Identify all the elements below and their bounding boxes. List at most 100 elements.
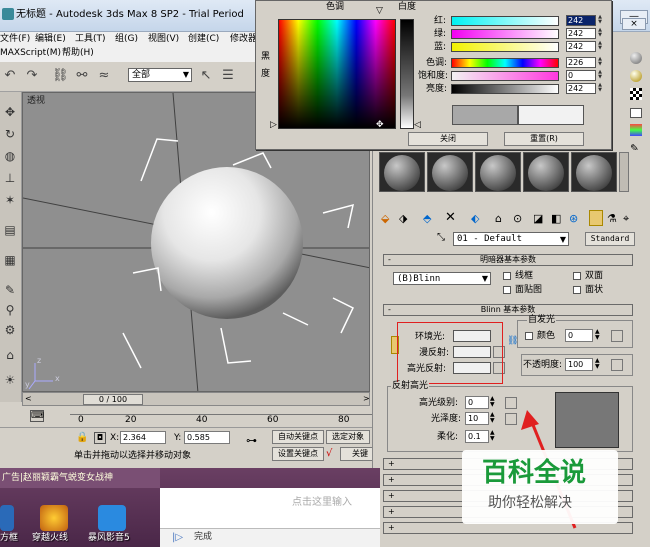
material-slot[interactable] [475,152,521,192]
box-app-icon[interactable] [0,505,14,531]
material-name-dropdown[interactable]: 01 - Default ▼ [453,232,569,246]
comment-input-area[interactable]: 点击这里输入 [160,488,380,528]
menu-maxscript[interactable]: MAXScript(M) [0,49,61,58]
close-button[interactable]: × [622,18,646,30]
put-to-library-icon[interactable]: ⌂ [495,212,502,225]
checker-icon[interactable] [630,88,642,100]
blue-bar[interactable] [451,42,559,52]
pick-material-icon[interactable]: ⤡ [437,232,445,243]
undo-icon[interactable]: ↶ [2,68,18,84]
menu-view[interactable]: 视图(V) [148,35,179,44]
soften-spinner[interactable]: ▲ ▼ [490,430,495,442]
select-object-icon[interactable]: ↖ [198,68,214,84]
viewport-label[interactable]: 透视 [27,97,45,106]
wrench-icon[interactable]: ⚲ [2,302,18,318]
auto-key-button[interactable]: 自动关键点 [272,430,324,444]
go-forward-icon[interactable] [589,210,603,226]
whiteness-pointer-icon[interactable]: ◁ [414,121,421,130]
frame-slider[interactable]: 0 / 100 [83,394,143,405]
lock-icon[interactable]: ⛓ [507,336,518,346]
render-icon[interactable]: ✎ [2,282,18,298]
hue-spinner[interactable]: ▲ ▼ [597,57,603,68]
menu-help[interactable]: 帮助(H) [62,49,94,58]
menu-file[interactable]: 文件(F) [0,35,30,44]
background-icon[interactable] [630,108,642,118]
spec-level-spinner[interactable]: ▲ ▼ [490,396,495,408]
menu-group[interactable]: 组(G) [115,35,138,44]
slot-scrollbar[interactable] [619,152,629,192]
shader-type-dropdown[interactable]: (B)Blinn ▼ [393,272,491,285]
blinn-basic-rollout[interactable]: - Blinn 基本参数 [383,304,633,316]
mini-listener-icon[interactable]: ⌨ [30,410,44,422]
select-link-icon[interactable]: ⛓ [52,68,69,84]
crossfire-app-icon[interactable] [40,505,68,531]
bind-space-warp-icon[interactable]: ≈ [96,68,112,84]
gear-icon[interactable]: ⚙ [2,322,18,338]
hue-pointer-icon[interactable]: ▽ [376,7,383,16]
self-illum-color-checkbox[interactable] [525,332,533,340]
lock-selection-icon[interactable]: 🔒 [76,432,88,444]
show-end-icon[interactable]: ◧ [551,212,561,225]
redo-icon[interactable]: ↷ [24,68,40,84]
uv-tiling-icon[interactable] [630,124,642,136]
unlink-icon[interactable]: ⚯ [74,68,90,84]
blackness-pointer-icon[interactable]: ▷ [270,121,277,130]
move-icon[interactable]: ✥ [2,104,18,120]
two-sided-checkbox[interactable] [573,272,581,280]
face-map-checkbox[interactable] [503,286,511,294]
spec-level-field[interactable]: 0 [465,396,489,409]
ad-banner[interactable]: 广告|赵丽颖霸气蜕变女战神 [0,468,160,488]
go-to-parent-icon[interactable]: ⊛ [569,212,578,225]
wire-checkbox[interactable] [503,272,511,280]
red-spinner[interactable]: ▲ ▼ [597,15,603,26]
opacity-spinner[interactable]: ▲ ▼ [595,358,600,370]
select-by-material-icon[interactable]: ⚗ [607,212,617,225]
red-value-field[interactable]: 242 [566,15,596,26]
material-slot[interactable] [571,152,617,192]
shader-basic-rollout[interactable]: - 明暗器基本参数 [383,254,633,266]
menu-create[interactable]: 创建(C) [188,35,219,44]
absolute-mode-icon[interactable]: ◘ [94,432,106,444]
layer-icon[interactable]: ▤ [2,222,18,238]
scale-icon[interactable]: ◍ [2,148,18,164]
green-spinner[interactable]: ▲ ▼ [597,28,603,39]
key-filter-icon[interactable]: √ [326,448,332,459]
green-value-field[interactable]: 242 [566,28,596,39]
menu-tools[interactable]: 工具(T) [75,35,106,44]
reset-map-icon[interactable]: ✕ [445,210,456,225]
curve-icon[interactable]: ▦ [2,252,18,268]
value-spinner[interactable]: ▲ ▼ [597,83,603,94]
material-effects-icon[interactable]: ⊙ [513,212,522,225]
opacity-field[interactable]: 100 [565,358,593,371]
material-slot[interactable] [379,152,425,192]
make-unique-icon[interactable]: ⬖ [471,212,479,225]
color-crosshair-icon[interactable]: ✥ [376,121,384,130]
menu-edit[interactable]: 编辑(E) [35,35,66,44]
self-illum-spinner[interactable]: ▲ ▼ [595,329,600,341]
hue-value-field[interactable]: 226 [566,57,596,68]
green-bar[interactable] [451,29,559,39]
light-icon[interactable]: ☀ [2,372,18,388]
blue-value-field[interactable]: 242 [566,41,596,52]
self-illum-map-button[interactable] [611,330,623,342]
key-icon[interactable]: ⊶ [246,434,257,447]
x-coord-field[interactable]: 2.364 [120,431,166,444]
material-type-button[interactable]: Standard [585,232,635,246]
reset-button[interactable]: 重置(R) [504,132,584,146]
show-map-icon[interactable]: ◪ [533,212,543,225]
y-coord-field[interactable]: 0.585 [184,431,230,444]
value-bar[interactable] [451,84,559,94]
opacity-map-button[interactable] [611,359,623,371]
spec-level-map-button[interactable] [505,397,517,409]
value-value-field[interactable]: 242 [566,83,596,94]
assign-material-icon[interactable]: ⬘ [423,212,431,225]
faceted-checkbox[interactable] [573,286,581,294]
prev-frame-button[interactable]: < [25,394,32,403]
rotate-icon[interactable]: ↻ [2,126,18,142]
select-by-name-icon[interactable]: ☰ [220,68,236,84]
glossiness-spinner[interactable]: ▲ ▼ [490,412,495,424]
close-dialog-button[interactable]: 关闭 [408,132,488,146]
get-material-icon[interactable]: ⬙ [381,212,389,225]
camera-icon[interactable]: ⌂ [2,347,18,363]
set-key-button[interactable]: 设置关键点 [272,447,324,461]
